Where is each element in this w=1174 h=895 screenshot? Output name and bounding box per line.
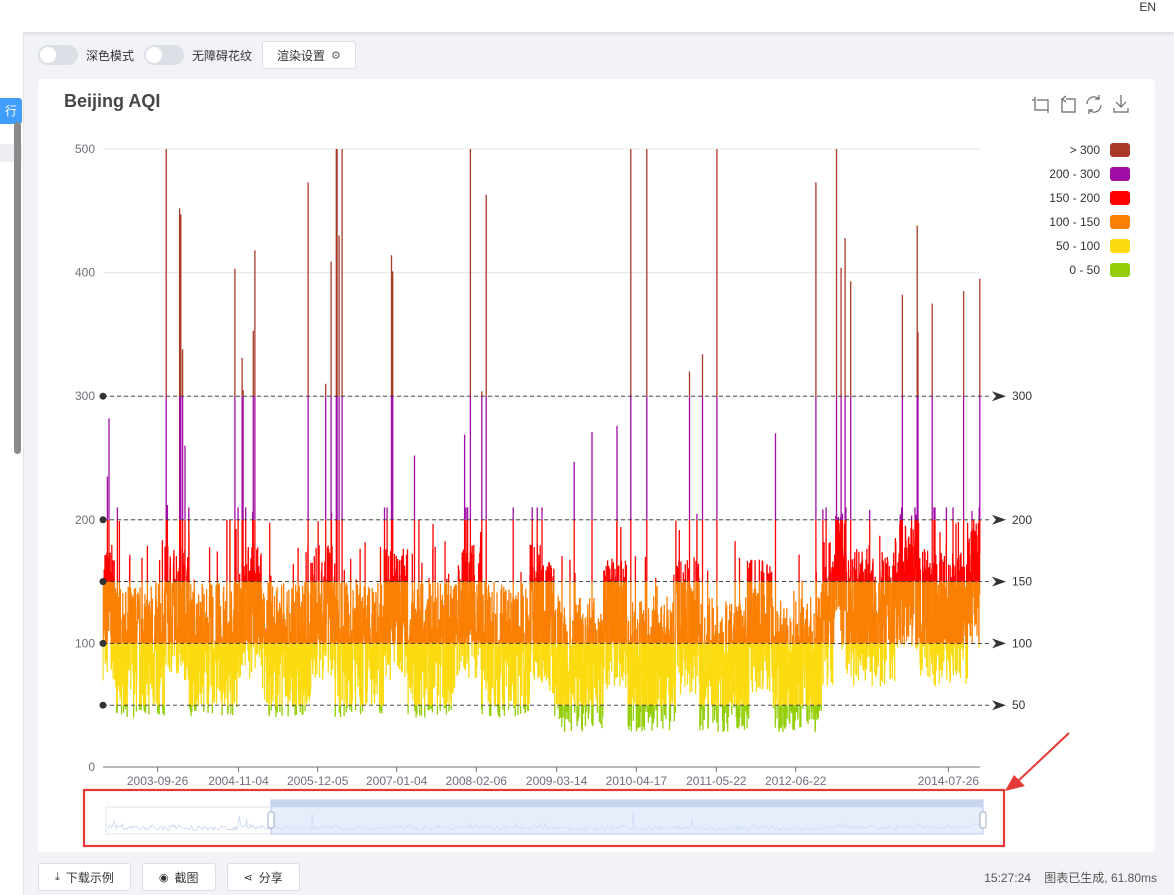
visual-map-legend[interactable]: > 300 200 - 300 150 - 200 100 - 150 50 - 100…: [1049, 143, 1130, 277]
render-settings-label: 渲染设置: [277, 48, 326, 63]
series-band-path: [115, 705, 822, 733]
dark-mode-toggle[interactable]: [38, 45, 78, 65]
mark-line-start-dot: [99, 578, 107, 586]
x-tick-label: 2009-03-14: [526, 774, 588, 788]
x-tick-label: 2014-07-26: [918, 774, 980, 788]
share-icon: ⋖: [243, 871, 253, 884]
legend-swatch: [1110, 215, 1130, 229]
editor-scrollbar[interactable]: [14, 122, 21, 454]
x-tick-label: 2005-12-05: [287, 774, 349, 788]
mark-line-start-dot: [99, 639, 107, 647]
y-tick-label: 0: [88, 760, 95, 774]
legend-label: 100 - 150: [1049, 215, 1100, 229]
status-message: 图表已生成, 61.80ms: [1044, 871, 1157, 885]
annotation-arrow: [1005, 732, 1070, 791]
y-tick-label: 500: [75, 142, 95, 156]
download-example-label: 下载示例: [65, 870, 114, 885]
render-settings-button[interactable]: 渲染设置 ⚙: [262, 41, 356, 69]
status-time: 15:27:24: [984, 871, 1031, 885]
legend-swatch: [1110, 143, 1130, 157]
x-tick-label: 2011-05-22: [686, 774, 747, 788]
chart-card: Beijing AQI 0 100 200 300 400 500 50 100 150 200…: [38, 79, 1155, 852]
mark-line-start-dot: [99, 701, 107, 709]
mark-line-arrow: [992, 638, 1006, 649]
y-tick-label: 100: [75, 636, 95, 650]
legend-item[interactable]: 100 - 150: [1049, 215, 1130, 229]
data-zoom-move-handle[interactable]: [271, 800, 983, 807]
x-tick-label: 2008-02-06: [446, 774, 508, 788]
download-icon[interactable]: [1113, 95, 1129, 113]
x-axis: 2003-09-26 2004-11-04 2005-12-05 2007-01-04…: [103, 766, 980, 788]
mark-line-label: 200: [1012, 513, 1032, 527]
legend-swatch: [1110, 167, 1130, 181]
restore-icon[interactable]: [1086, 95, 1102, 114]
mark-line-arrow: [992, 514, 1006, 525]
series-band-path: [106, 396, 981, 520]
top-bar: EN: [0, 0, 1174, 32]
legend-item[interactable]: 150 - 200: [1049, 191, 1130, 205]
status-bar: 15:27:24 图表已生成, 61.80ms: [974, 869, 1157, 886]
gear-icon: ⚙: [331, 49, 341, 62]
mark-line-start-dot: [99, 516, 107, 524]
legend-label: 0 - 50: [1069, 263, 1100, 277]
accessibility-pattern-toggle[interactable]: [144, 45, 185, 65]
x-tick-label: 2007-01-04: [366, 774, 428, 788]
series-band-path: [102, 643, 980, 706]
mark-line-start-dot: [99, 392, 107, 400]
share-button[interactable]: ⋖ 分享: [226, 863, 300, 891]
mark-line-arrow: [992, 576, 1006, 587]
legend-item[interactable]: > 300: [1070, 143, 1130, 157]
series-band-path: [102, 581, 981, 644]
mark-line-label: 100: [1012, 636, 1032, 650]
legend-swatch: [1110, 263, 1130, 277]
y-tick-label: 400: [75, 266, 95, 280]
mark-line-arrow: [992, 391, 1006, 402]
zoom-select-icon[interactable]: [1032, 97, 1049, 113]
legend-swatch: [1110, 191, 1130, 205]
legend-label: 150 - 200: [1049, 191, 1100, 205]
legend-item[interactable]: 50 - 100: [1056, 239, 1130, 253]
download-icon: ⤓: [55, 870, 60, 883]
y-axis-labels: 0 100 200 300 400 500: [75, 142, 95, 774]
language-switch[interactable]: EN: [1139, 0, 1156, 14]
mark-line-label: 300: [1012, 389, 1032, 403]
legend-label: 200 - 300: [1049, 167, 1100, 181]
legend-label: > 300: [1070, 143, 1101, 157]
series-band-path: [102, 519, 981, 582]
screenshot-label: 截图: [174, 870, 199, 885]
data-zoom-slider[interactable]: [105, 799, 987, 835]
x-tick-label: 2003-09-26: [127, 774, 189, 788]
y-tick-label: 300: [75, 389, 95, 403]
y-tick-label: 200: [75, 513, 95, 527]
share-label: 分享: [258, 870, 283, 885]
x-tick-label: 2012-06-22: [765, 774, 827, 788]
toolbox: [1032, 95, 1129, 114]
mark-line-label: 150: [1012, 575, 1032, 589]
bottom-actions: ⤓ 下载示例 ◉ 截图 ⋖ 分享: [38, 863, 300, 891]
download-example-button[interactable]: ⤓ 下载示例: [38, 863, 131, 891]
mark-line-label: 50: [1012, 698, 1026, 712]
zoom-reset-icon[interactable]: [1061, 95, 1076, 113]
legend-item[interactable]: 0 - 50: [1069, 263, 1130, 277]
options-row: 深色模式 无障碍花纹 渲染设置 ⚙: [38, 40, 356, 70]
aqi-series: [102, 149, 981, 733]
data-zoom-right-handle[interactable]: [979, 811, 987, 829]
x-tick-label: 2010-04-17: [606, 774, 668, 788]
camera-icon: ◉: [158, 871, 169, 884]
accessibility-pattern-label: 无障碍花纹: [192, 48, 253, 63]
left-editor-panel: 行: [0, 32, 24, 895]
legend-item[interactable]: 200 - 300: [1049, 167, 1130, 181]
run-button[interactable]: 行: [0, 98, 22, 124]
aqi-chart: Beijing AQI 0 100 200 300 400 500 50 100 150 200…: [64, 91, 1130, 848]
x-tick-label: 2004-11-04: [208, 774, 269, 788]
screenshot-button[interactable]: ◉ 截图: [141, 863, 216, 891]
legend-swatch: [1110, 239, 1130, 253]
chart-title: Beijing AQI: [64, 91, 160, 111]
legend-label: 50 - 100: [1056, 239, 1100, 253]
mark-line-arrow: [992, 700, 1006, 711]
dark-mode-label: 深色模式: [86, 48, 135, 63]
data-zoom-left-handle[interactable]: [267, 811, 275, 829]
